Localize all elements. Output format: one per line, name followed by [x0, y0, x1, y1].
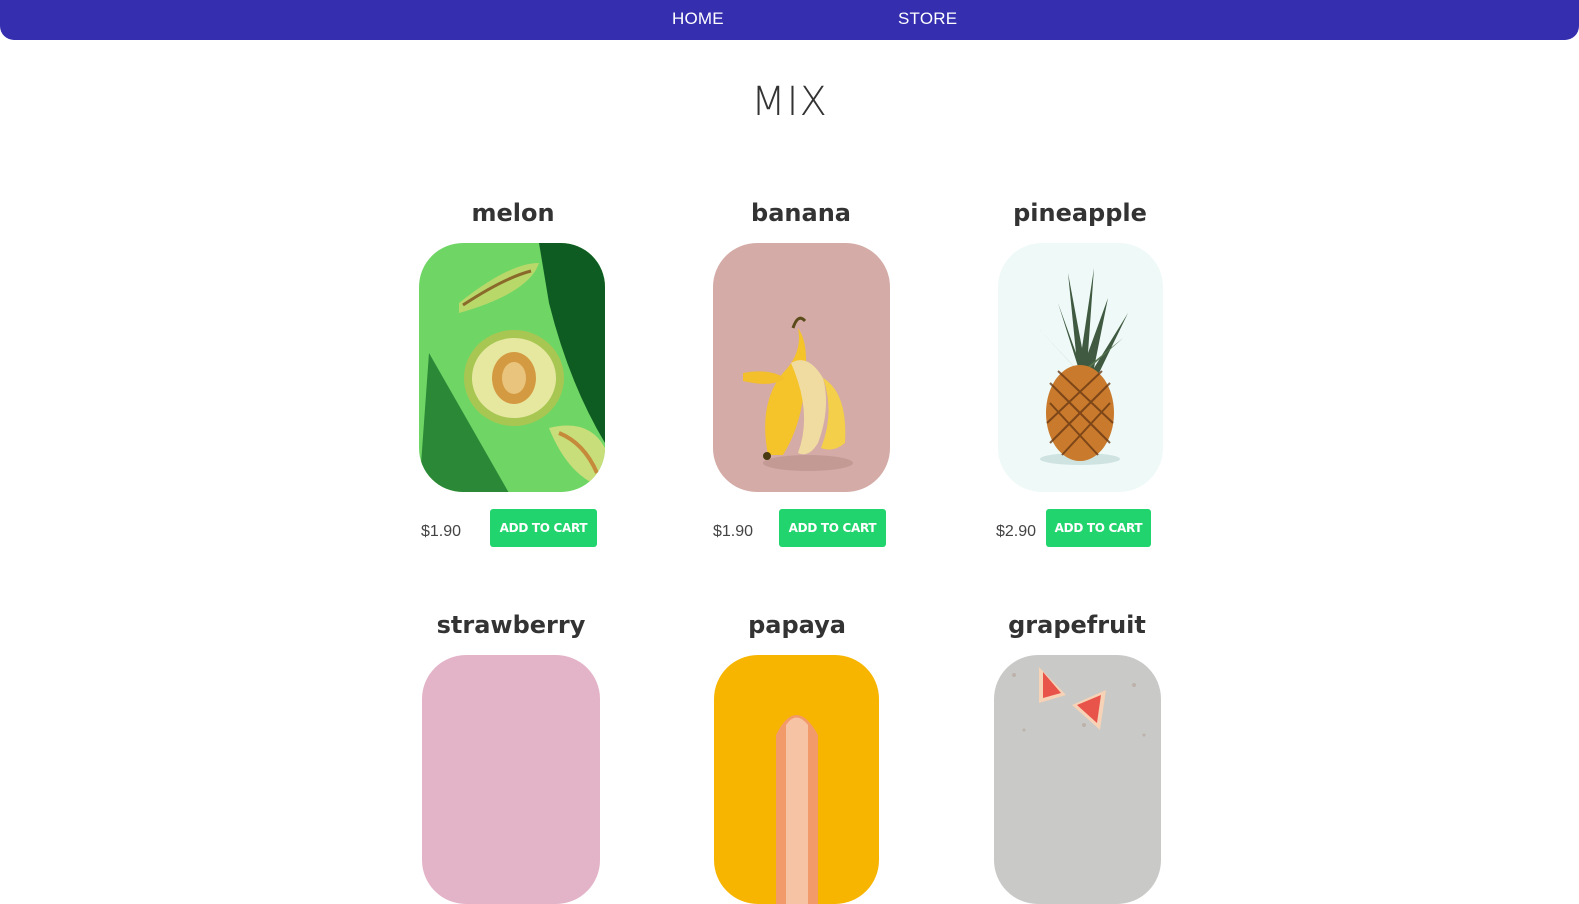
- product-image-grapefruit[interactable]: [994, 655, 1161, 904]
- top-navbar: HOME STORE: [0, 0, 1579, 40]
- product-price: $1.90: [421, 523, 462, 540]
- add-to-cart-button[interactable]: ADD TO CART: [1046, 509, 1151, 547]
- add-to-cart-button[interactable]: ADD TO CART: [490, 509, 597, 547]
- page-title: MIX: [751, 79, 828, 125]
- product-name: strawberry: [436, 611, 586, 639]
- product-name: grapefruit: [1008, 611, 1146, 639]
- product-image-pineapple[interactable]: [998, 243, 1163, 492]
- product-price: $2.90: [996, 523, 1037, 540]
- product-image-melon[interactable]: [419, 243, 605, 492]
- product-price: $1.90: [713, 523, 754, 540]
- product-name: melon: [471, 199, 555, 227]
- product-image-strawberry[interactable]: [422, 655, 600, 904]
- product-name: banana: [751, 199, 851, 227]
- product-image-papaya[interactable]: [714, 655, 879, 904]
- product-image-banana[interactable]: [713, 243, 890, 492]
- add-to-cart-button[interactable]: ADD TO CART: [779, 509, 886, 547]
- nav-home-link[interactable]: HOME: [672, 9, 724, 29]
- product-name: papaya: [748, 611, 846, 639]
- nav-store-link[interactable]: STORE: [898, 9, 957, 29]
- product-name: pineapple: [1013, 199, 1147, 227]
